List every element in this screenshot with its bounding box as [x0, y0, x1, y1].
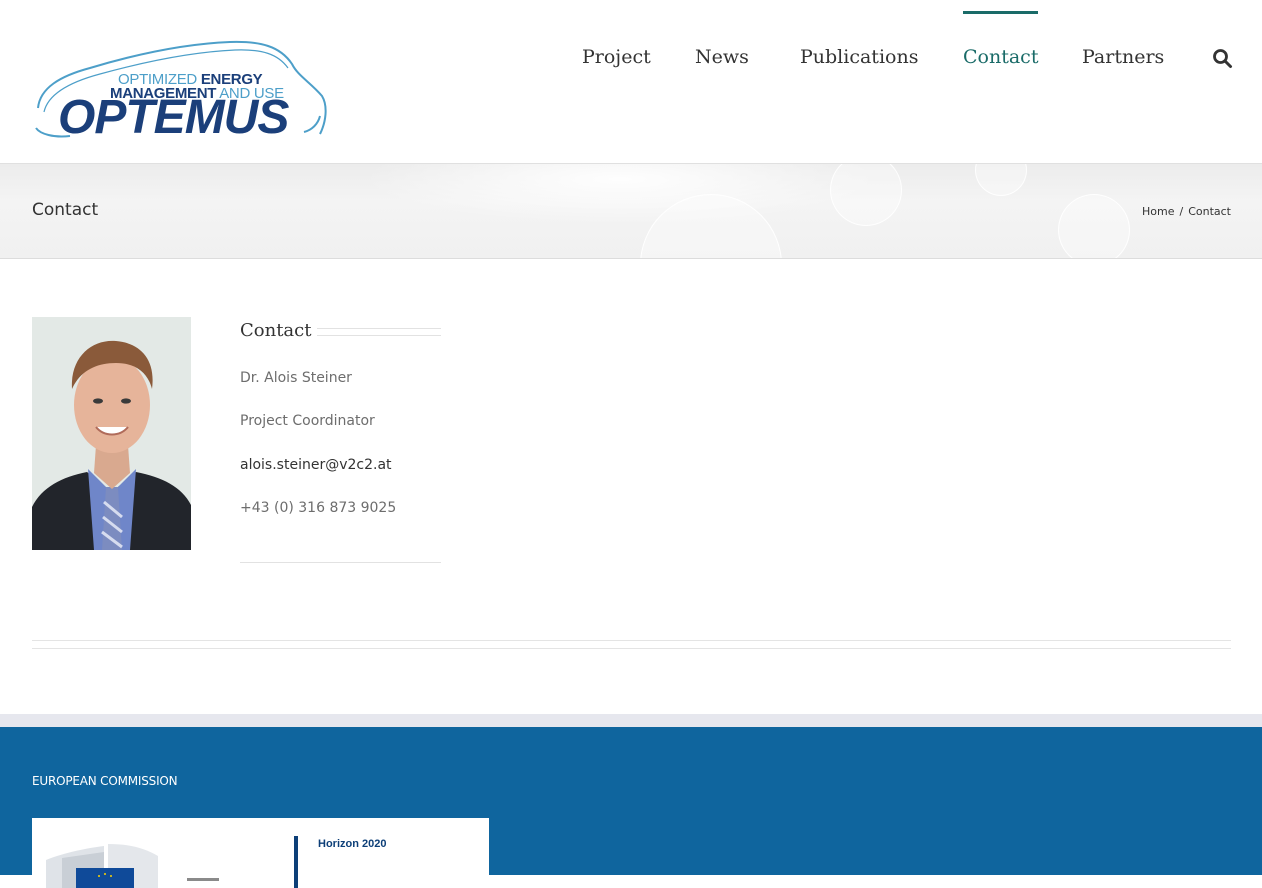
- footer-heading: EUROPEAN COMMISSION: [32, 774, 178, 788]
- portrait-image: [32, 317, 191, 550]
- logo-wordmark: OPTEMUS: [58, 91, 289, 144]
- contact-heading-text: Contact: [240, 320, 318, 341]
- eu-commission-building-icon: [46, 836, 298, 888]
- search-icon: [1213, 49, 1232, 68]
- breadcrumb-current: Contact: [1188, 205, 1231, 218]
- page-title: Contact: [32, 200, 99, 220]
- decorative-bubble: [830, 164, 902, 226]
- nav-item-publications[interactable]: Publications: [800, 46, 918, 68]
- contact-name: Dr. Alois Steiner: [240, 370, 352, 386]
- breadcrumb: Home / Contact: [1142, 205, 1231, 218]
- site-footer: EUROPEAN COMMISSION Horizon 2020: [0, 727, 1262, 888]
- page-title-bar: Contact Home / Contact: [0, 163, 1262, 259]
- optemus-logo[interactable]: OPTIMIZED ENERGY MANAGEMENT AND USE OPTE…: [30, 36, 330, 151]
- site-header: OPTIMIZED ENERGY MANAGEMENT AND USE OPTE…: [0, 0, 1262, 163]
- breadcrumb-separator: /: [1179, 205, 1184, 218]
- horizon-2020-text: Horizon 2020: [318, 838, 387, 850]
- contact-role: Project Coordinator: [240, 413, 375, 429]
- nav-item-contact[interactable]: Contact: [963, 11, 1039, 68]
- content-divider: [32, 640, 1231, 641]
- nav-item-project[interactable]: Project: [582, 46, 651, 68]
- search-button[interactable]: [1212, 48, 1234, 70]
- nav-item-news[interactable]: News: [695, 46, 749, 68]
- contact-card: Contact Dr. Alois Steiner Project Coordi…: [240, 320, 441, 563]
- contact-phone: +43 (0) 316 873 9025: [240, 500, 397, 516]
- horizon-2020-logo[interactable]: Horizon 2020: [32, 818, 489, 888]
- decorative-bubble: [975, 164, 1027, 196]
- footer-top-strip: [0, 714, 1262, 727]
- decorative-light-flare: [360, 164, 880, 224]
- breadcrumb-home-link[interactable]: Home: [1142, 205, 1174, 218]
- nav-item-partners[interactable]: Partners: [1082, 46, 1164, 68]
- content-divider: [32, 648, 1231, 649]
- contact-separator: [240, 562, 441, 563]
- contact-photo: [32, 317, 191, 550]
- contact-heading: Contact: [240, 320, 441, 344]
- decorative-bubble: [1058, 194, 1130, 258]
- contact-email-link[interactable]: alois.steiner@v2c2.at: [240, 457, 392, 473]
